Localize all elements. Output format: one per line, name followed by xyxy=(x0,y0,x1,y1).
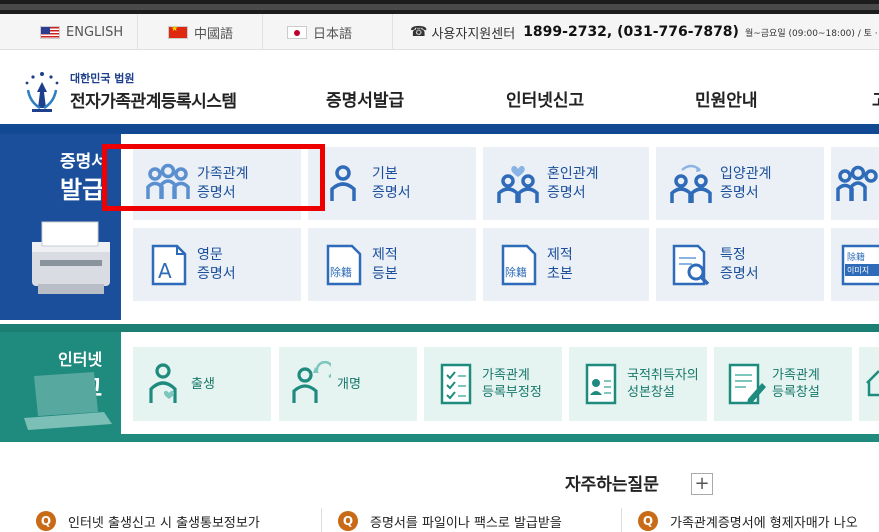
tile-specific-certificate[interactable]: 특정 증명서 xyxy=(656,228,824,301)
tile-label: 제적 등본 xyxy=(372,247,398,282)
horizontal-scrollbar[interactable] xyxy=(0,4,879,10)
person-refresh-icon xyxy=(292,361,331,403)
tile-label: 개명 xyxy=(337,377,361,392)
nav-more[interactable]: 고 xyxy=(872,86,879,111)
support-numbers: 1899-2732, (031-776-7878) xyxy=(523,24,739,40)
lang-japanese-link[interactable]: 日本語 xyxy=(263,14,393,50)
question-icon: Q xyxy=(36,511,56,531)
tile-label: 국적취득자의 성본창설 xyxy=(627,368,699,400)
faq-item-text: 증명서를 파일이나 팩스로 발급받을 xyxy=(370,515,562,531)
section-top-line xyxy=(0,124,879,134)
site-header: 대한민국 법원 전자가족관계등록시스템 증명서발급 인터넷신고 민원안내 고 xyxy=(0,50,879,124)
tile-label: 제적 초본 xyxy=(547,247,573,282)
removed-register-document-icon: 除籍 xyxy=(501,244,537,286)
support-center: ☎ 사용자지원센터 1899-2732, (031-776-7878) 월~금요… xyxy=(410,14,879,50)
lang-chinese-label: 中國語 xyxy=(194,26,234,42)
section-bottom-line xyxy=(121,434,879,442)
browser-top-bar xyxy=(0,0,879,14)
faq-divider xyxy=(321,508,322,532)
id-document-icon xyxy=(585,363,617,405)
highlight-box xyxy=(102,144,325,211)
tile-label: 가족관계 등록부정정 xyxy=(482,368,542,400)
question-icon: Q xyxy=(638,511,658,531)
china-flag-icon xyxy=(168,24,188,39)
tile-label: 입양관계 증명서 xyxy=(720,166,772,201)
tile-register-correction[interactable]: 가족관계 등록부정정 xyxy=(424,347,562,421)
person-icon xyxy=(330,165,356,201)
faq-item-text: 가족관계증명서에 형제자매가 나오 xyxy=(670,515,858,531)
svg-text:除籍: 除籍 xyxy=(505,265,527,279)
image-document-icon: 除籍 이미지 xyxy=(841,244,879,286)
tile-adoption-certificate[interactable]: 입양관계 증명서 xyxy=(656,147,824,220)
tile-birth-report[interactable]: 출생 xyxy=(133,347,271,421)
faq-heading[interactable]: 자주하는질문 xyxy=(565,470,659,495)
court-logo-icon[interactable] xyxy=(20,68,64,114)
support-label: 사용자지원센터 xyxy=(431,26,516,42)
couple-heart-icon xyxy=(497,165,539,203)
tile-marriage-certificate[interactable]: 혼인관계 증명서 xyxy=(483,147,649,220)
svg-text:A: A xyxy=(158,259,172,283)
tile-label: 영문 증명서 xyxy=(197,247,236,282)
report-title-line1: 인터넷 xyxy=(58,350,103,369)
laptop-illustration-icon xyxy=(24,372,112,430)
tile-partial-next[interactable] xyxy=(859,347,879,421)
tile-english-certificate[interactable]: A 영문 증명서 xyxy=(133,228,301,301)
court-name: 대한민국 법원 xyxy=(70,72,135,85)
adoption-icon xyxy=(670,164,712,203)
english-document-icon: A xyxy=(151,244,187,286)
section-top-line xyxy=(0,324,879,332)
tile-label: 기본 증명서 xyxy=(372,166,411,201)
svg-text:除籍: 除籍 xyxy=(330,265,352,279)
checklist-document-icon xyxy=(440,363,472,405)
support-hours: 월~금요일 (09:00~18:00) / 토 · 일요일 및 xyxy=(744,28,879,39)
nav-civil-guide[interactable]: 민원안내 xyxy=(695,86,758,111)
tile-label: 출생 xyxy=(191,377,215,392)
issuance-title-line1: 증명서 xyxy=(60,152,107,172)
nav-certificate-issuance[interactable]: 증명서발급 xyxy=(326,86,404,111)
tile-label: 가족관계 등록창설 xyxy=(772,368,820,400)
tile-removed-register-extract[interactable]: 除籍 제적 초본 xyxy=(483,228,649,301)
faq-item[interactable]: Q 증명서를 파일이나 팩스로 발급받을 xyxy=(338,510,600,532)
phone-icon: ☎ xyxy=(410,24,428,40)
tile-name-change-report[interactable]: 개명 xyxy=(279,347,417,421)
tile-basic-certificate[interactable]: 기본 증명서 xyxy=(308,147,476,220)
japan-flag-icon xyxy=(287,25,307,39)
tile-label: 혼인관계 증명서 xyxy=(547,166,599,201)
svg-text:이미지: 이미지 xyxy=(847,265,869,275)
house-icon xyxy=(866,370,879,397)
tile-removed-register-full[interactable]: 除籍 제적 등본 xyxy=(308,228,476,301)
faq-divider xyxy=(621,508,622,532)
us-flag-icon xyxy=(40,25,60,39)
faq-item[interactable]: Q 가족관계증명서에 형제자매가 나오 xyxy=(638,510,879,532)
question-icon: Q xyxy=(338,511,358,531)
tile-partial-next[interactable] xyxy=(831,147,879,220)
nav-internet-report[interactable]: 인터넷신고 xyxy=(506,86,584,111)
removed-register-document-icon: 除籍 xyxy=(326,244,362,286)
faq-item[interactable]: Q 인터넷 출생신고 시 출생통보정보가 xyxy=(36,510,298,532)
svg-text:除籍: 除籍 xyxy=(847,251,865,263)
lang-chinese-link[interactable]: 中國語 xyxy=(138,14,263,50)
tile-label: 특정 증명서 xyxy=(720,247,759,282)
lang-english-label: ENGLISH xyxy=(66,24,124,40)
tile-naturalized-surname-creation[interactable]: 국적취득자의 성본창설 xyxy=(569,347,707,421)
mother-baby-icon xyxy=(149,363,177,403)
tile-register-creation[interactable]: 가족관계 등록창설 xyxy=(714,347,852,421)
lang-english-link[interactable]: ENGLISH xyxy=(0,14,138,50)
family-people-icon xyxy=(836,165,878,201)
lang-japanese-label: 日本語 xyxy=(313,26,353,42)
faq-more-button[interactable]: + xyxy=(691,473,713,495)
document-pen-icon xyxy=(728,363,766,405)
tile-partial-image[interactable]: 除籍 이미지 xyxy=(831,228,879,301)
faq-item-text: 인터넷 출생신고 시 출생통보정보가 xyxy=(68,515,260,531)
system-name[interactable]: 전자가족관계등록시스템 xyxy=(70,87,237,112)
document-search-icon xyxy=(672,244,710,286)
